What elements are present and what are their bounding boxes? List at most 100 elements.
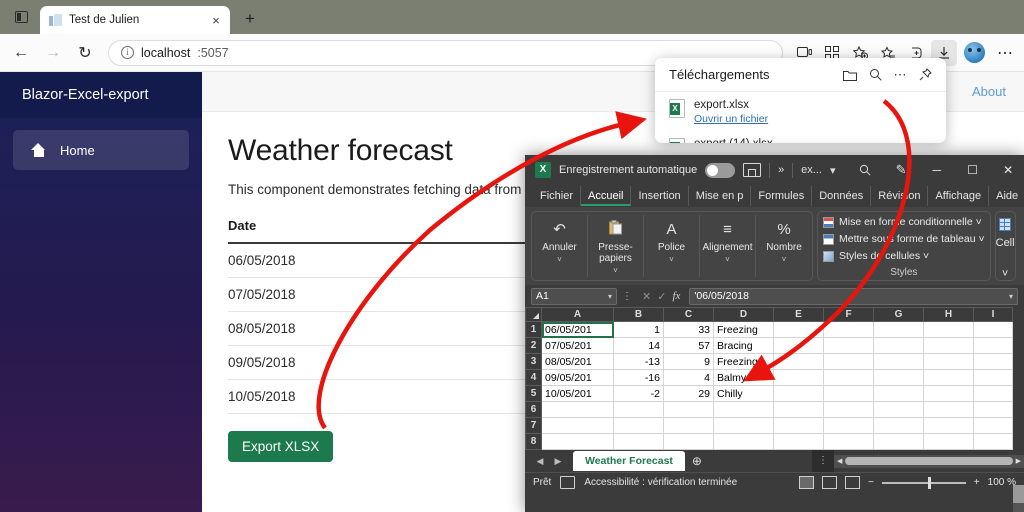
- cell-i7[interactable]: [973, 417, 1013, 434]
- police-button[interactable]: A Police ˅: [644, 215, 700, 277]
- row-header[interactable]: 7: [525, 417, 542, 434]
- sheet-options-icon[interactable]: ⋮: [812, 450, 834, 472]
- cell-d1[interactable]: Freezing: [713, 321, 774, 338]
- cell-d4[interactable]: Balmy: [713, 369, 774, 386]
- cell-d3[interactable]: Freezing: [713, 353, 774, 370]
- cell-d8[interactable]: [713, 433, 774, 450]
- cell-a6[interactable]: [541, 401, 614, 418]
- tab-fichier[interactable]: Fichier: [533, 186, 582, 206]
- cell-b4[interactable]: -16: [613, 369, 664, 386]
- quick-access-more-icon[interactable]: »: [778, 164, 784, 176]
- add-sheet-icon[interactable]: ⊕: [685, 454, 709, 468]
- cell-g4[interactable]: [873, 369, 924, 386]
- cell-g5[interactable]: [873, 385, 924, 402]
- tab-aide[interactable]: Aide: [989, 186, 1024, 206]
- pen-icon[interactable]: ✎: [887, 155, 915, 185]
- download-item[interactable]: export (14).xlsx: [655, 131, 946, 143]
- row-header[interactable]: 5: [525, 385, 542, 402]
- cell-a1[interactable]: 06/05/201: [541, 321, 614, 338]
- horizontal-scrollbar[interactable]: ◀ ▶: [834, 454, 1024, 468]
- cell-c7[interactable]: [663, 417, 714, 434]
- cell-i8[interactable]: [973, 433, 1013, 450]
- app-brand[interactable]: Blazor-Excel-export: [0, 72, 202, 118]
- cell-b7[interactable]: [613, 417, 664, 434]
- cell-i6[interactable]: [973, 401, 1013, 418]
- chevron-down-icon[interactable]: ▾: [608, 292, 612, 301]
- cell-h6[interactable]: [923, 401, 974, 418]
- name-box[interactable]: A1 ▾: [531, 287, 617, 305]
- accessibility-status[interactable]: Accessibilité : vérification terminée: [584, 477, 737, 488]
- cell-d6[interactable]: [713, 401, 774, 418]
- cell-a8[interactable]: [541, 433, 614, 450]
- new-tab-button[interactable]: +: [240, 9, 260, 29]
- chevron-down-icon[interactable]: ˅: [613, 266, 618, 275]
- minimize-button[interactable]: ─: [923, 155, 951, 185]
- cell-g3[interactable]: [873, 353, 924, 370]
- nombre-button[interactable]: % Nombre ˅: [756, 215, 812, 277]
- tab-affichage[interactable]: Affichage: [928, 186, 990, 206]
- column-header-h[interactable]: H: [923, 307, 974, 322]
- profile-avatar[interactable]: [964, 42, 985, 63]
- cell-a4[interactable]: 09/05/201: [541, 369, 614, 386]
- cell-i4[interactable]: [973, 369, 1013, 386]
- maximize-button[interactable]: ☐: [959, 155, 987, 185]
- cell-e7[interactable]: [773, 417, 824, 434]
- cell-b3[interactable]: -13: [613, 353, 664, 370]
- column-header-c[interactable]: C: [663, 307, 714, 322]
- cell-e4[interactable]: [773, 369, 824, 386]
- alignement-button[interactable]: ≡ Alignement ˅: [700, 215, 756, 277]
- cell-d5[interactable]: Chilly: [713, 385, 774, 402]
- cell-i2[interactable]: [973, 337, 1013, 354]
- tab-donnees[interactable]: Données: [812, 186, 872, 206]
- cell-a5[interactable]: 10/05/201: [541, 385, 614, 402]
- cell-f5[interactable]: [823, 385, 874, 402]
- export-xlsx-button[interactable]: Export XLSX: [228, 431, 334, 462]
- scroll-right-icon[interactable]: ▶: [1016, 457, 1021, 465]
- page-break-view-icon[interactable]: [844, 476, 860, 489]
- cell-c8[interactable]: [663, 433, 714, 450]
- cell-i3[interactable]: [973, 353, 1013, 370]
- cell-h1[interactable]: [923, 321, 974, 338]
- close-button[interactable]: ✕: [994, 155, 1022, 185]
- autosave-toggle[interactable]: [705, 162, 736, 178]
- cell-g1[interactable]: [873, 321, 924, 338]
- tab-accueil[interactable]: Accueil: [581, 186, 632, 206]
- row-header[interactable]: 8: [525, 433, 542, 450]
- annuler-button[interactable]: ↶ Annuler ˅: [532, 215, 588, 277]
- cell-c6[interactable]: [663, 401, 714, 418]
- cell-c1[interactable]: 33: [663, 321, 714, 338]
- select-all-corner[interactable]: [525, 307, 542, 322]
- forward-icon[interactable]: →: [38, 38, 68, 68]
- scrollbar-thumb[interactable]: [845, 457, 1013, 465]
- column-header-e[interactable]: E: [773, 307, 824, 322]
- accept-formula-icon[interactable]: ✓: [657, 290, 666, 303]
- chevron-down-icon[interactable]: ▾: [830, 164, 836, 177]
- cell-f7[interactable]: [823, 417, 874, 434]
- save-icon[interactable]: [743, 163, 762, 177]
- cell-styles-button[interactable]: Styles de cellules ˅: [823, 250, 985, 262]
- cell-h7[interactable]: [923, 417, 974, 434]
- column-header-i[interactable]: I: [973, 307, 1013, 322]
- tab-mise-en-page[interactable]: Mise en p: [689, 186, 752, 206]
- zoom-in-button[interactable]: +: [974, 477, 980, 488]
- zoom-level[interactable]: 100 %: [988, 477, 1016, 488]
- cell-d2[interactable]: Bracing: [713, 337, 774, 354]
- cell-c4[interactable]: 4: [663, 369, 714, 386]
- cell-g2[interactable]: [873, 337, 924, 354]
- cell-g7[interactable]: [873, 417, 924, 434]
- cancel-formula-icon[interactable]: ✕: [642, 290, 651, 303]
- chevron-down-icon[interactable]: ˅: [782, 255, 787, 264]
- more-icon[interactable]: ⋯: [889, 64, 911, 86]
- column-header-f[interactable]: F: [823, 307, 874, 322]
- conditional-formatting-button[interactable]: Mise en forme conditionnelle ˅: [823, 216, 985, 228]
- next-sheet-icon[interactable]: ▶: [549, 456, 567, 467]
- format-as-table-button[interactable]: Mettre sous forme de tableau ˅: [823, 233, 985, 245]
- cell-f2[interactable]: [823, 337, 874, 354]
- cell-c3[interactable]: 9: [663, 353, 714, 370]
- row-header[interactable]: 1: [525, 321, 542, 338]
- formula-input[interactable]: '06/05/2018 ▾: [689, 287, 1018, 305]
- cell-f8[interactable]: [823, 433, 874, 450]
- zoom-slider-knob[interactable]: [927, 476, 931, 489]
- row-header[interactable]: 2: [525, 337, 542, 354]
- formula-bar-options-icon[interactable]: ⋮: [621, 291, 633, 302]
